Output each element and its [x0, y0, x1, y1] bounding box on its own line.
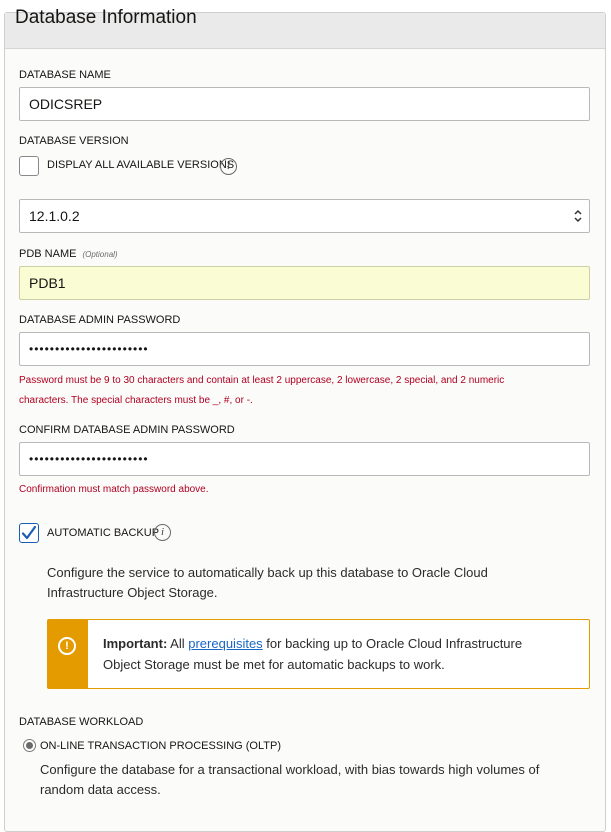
oltp-description-line1: Configure the database for a transaction… — [40, 762, 540, 777]
automatic-backup-label: AUTOMATIC BACKUP — [47, 527, 160, 539]
database-version-select[interactable]: 12.1.0.2 — [19, 199, 590, 233]
database-version-label: DATABASE VERSION — [19, 135, 129, 147]
prerequisites-link[interactable]: prerequisites — [188, 636, 262, 651]
callout-pre-link: All — [167, 636, 189, 651]
admin-password-input[interactable]: ••••••••••••••••••••••• — [19, 332, 590, 366]
radio-icon[interactable] — [23, 739, 36, 752]
automatic-backup-checkbox[interactable] — [19, 523, 39, 543]
callout-post-link: for backing up to Oracle Cloud Infrastru… — [262, 636, 523, 651]
callout-line2: Object Storage must be met for automatic… — [103, 657, 445, 672]
display-all-versions-label: DISPLAY ALL AVAILABLE VERSIONS — [47, 159, 235, 171]
info-icon[interactable]: i — [154, 524, 171, 541]
database-name-input[interactable]: ODICSREP — [19, 87, 590, 121]
warning-icon: ! — [58, 637, 76, 655]
optional-tag: (Optional) — [82, 250, 118, 259]
confirm-password-error: Confirmation must match password above. — [19, 484, 209, 495]
important-callout: ! Important: All prerequisites for backi… — [47, 619, 590, 689]
admin-password-label: DATABASE ADMIN PASSWORD — [19, 314, 181, 326]
pdb-name-label: PDB NAME (Optional) — [19, 248, 118, 260]
confirm-password-label: CONFIRM DATABASE ADMIN PASSWORD — [19, 424, 235, 436]
backup-description-line2: Infrastructure Object Storage. — [47, 585, 218, 600]
oltp-description-line2: random data access. — [40, 782, 161, 797]
select-arrows-icon — [574, 209, 582, 223]
checkmark-icon — [21, 525, 37, 540]
pdb-name-label-text: PDB NAME — [19, 248, 77, 260]
database-version-value: 12.1.0.2 — [29, 208, 80, 224]
callout-text: Important: All prerequisites for backing… — [103, 633, 573, 675]
database-name-label: DATABASE NAME — [19, 69, 111, 81]
confirm-password-input[interactable]: ••••••••••••••••••••••• — [19, 442, 590, 476]
callout-bar: ! — [48, 620, 88, 688]
pdb-name-input[interactable]: PDB1 — [19, 266, 590, 300]
password-error-line1: Password must be 9 to 30 characters and … — [19, 375, 505, 386]
oltp-option-label[interactable]: ON-LINE TRANSACTION PROCESSING (OLTP) — [40, 740, 281, 752]
callout-bold: Important: — [103, 636, 168, 651]
database-workload-label: DATABASE WORKLOAD — [19, 716, 144, 728]
page-title: Database Information — [15, 7, 197, 28]
info-icon[interactable]: i — [220, 158, 237, 175]
backup-description-line1: Configure the service to automatically b… — [47, 565, 488, 580]
password-error-line2: characters. The special characters must … — [19, 395, 253, 406]
display-all-versions-checkbox[interactable] — [19, 156, 39, 176]
